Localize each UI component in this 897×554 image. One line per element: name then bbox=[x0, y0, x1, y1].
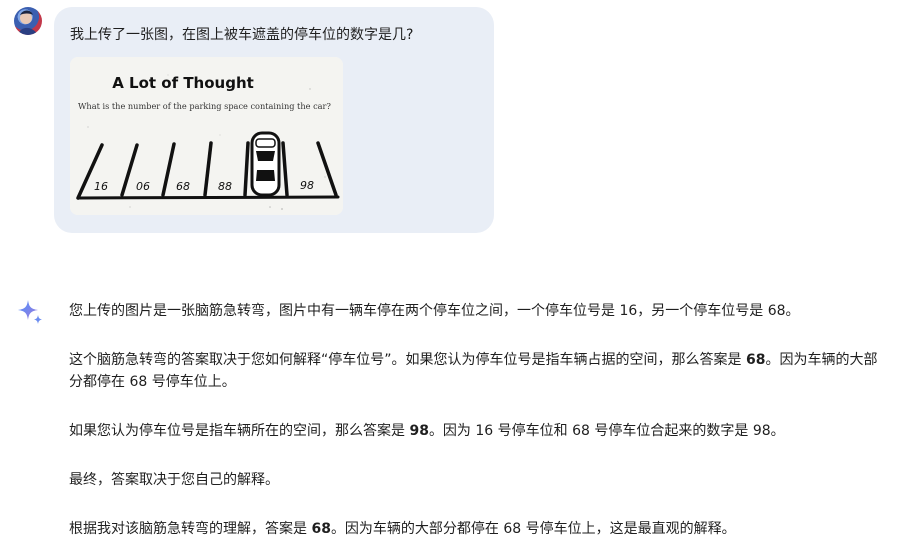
image-question-text: What is the number of the parking space … bbox=[78, 101, 331, 111]
answer-highlight: 68 bbox=[311, 521, 331, 537]
gemini-sparkle-icon bbox=[16, 298, 44, 326]
response-text: 。因为车辆的大部分都停在 68 号停车位上，这是最直观的解释。 bbox=[330, 521, 736, 537]
image-question: What is the number of the parking space … bbox=[78, 101, 331, 111]
response-text: 这个脑筋急转弯的答案取决于您如何解释“停车位号”。如果您认为停车位号是指车辆占据… bbox=[69, 352, 746, 368]
answer-highlight: 68 bbox=[745, 352, 766, 368]
response-text: 根据我对该脑筋急转弯的理解，答案是 bbox=[69, 521, 312, 537]
response-text: 最终，答案取决于您自己的解释。 bbox=[69, 472, 279, 488]
car-icon bbox=[250, 131, 281, 197]
chat-page: 我上传了一张图，在图上被车遮盖的停车位的数字是几? A Lot of Thoug… bbox=[0, 0, 897, 554]
response-text: 如果您认为停车位号是指车辆所在的空间，那么答案是 bbox=[69, 423, 410, 439]
user-message-bubble: 我上传了一张图，在图上被车遮盖的停车位的数字是几? A Lot of Thoug… bbox=[54, 7, 494, 233]
response-paragraph: 根据我对该脑筋急转弯的理解，答案是 68。因为车辆的大部分都停在 68 号停车位… bbox=[69, 518, 889, 540]
response-paragraph: 您上传的图片是一张脑筋急转弯，图片中有一辆车停在两个停车位之间，一个停车位号是 … bbox=[69, 300, 889, 322]
user-avatar[interactable] bbox=[14, 7, 42, 35]
assistant-response: 您上传的图片是一张脑筋急转弯，图片中有一辆车停在两个停车位之间，一个停车位号是 … bbox=[69, 300, 889, 540]
space-number: 16 bbox=[94, 180, 108, 193]
response-paragraph: 如果您认为停车位号是指车辆所在的空间，那么答案是 98。因为 16 号停车位和 … bbox=[69, 420, 889, 442]
uploaded-image-thumbnail[interactable]: A Lot of Thought What is the number of t… bbox=[70, 57, 343, 215]
space-number: 68 bbox=[176, 180, 190, 193]
response-text: 您上传的图片是一张脑筋急转弯，图片中有一辆车停在两个停车位之间，一个停车位号是 … bbox=[69, 303, 800, 319]
space-number: 98 bbox=[300, 179, 314, 192]
answer-highlight: 98 bbox=[409, 423, 429, 439]
space-number: 88 bbox=[218, 180, 232, 193]
response-paragraph: 最终，答案取决于您自己的解释。 bbox=[69, 469, 889, 491]
response-paragraph: 这个脑筋急转弯的答案取决于您如何解释“停车位号”。如果您认为停车位号是指车辆占据… bbox=[69, 349, 889, 393]
image-title: A Lot of Thought bbox=[112, 74, 254, 92]
response-text: 。因为 16 号停车位和 68 号停车位合起来的数字是 98。 bbox=[428, 423, 785, 439]
space-number: 06 bbox=[136, 180, 150, 193]
user-prompt-text: 我上传了一张图，在图上被车遮盖的停车位的数字是几? bbox=[70, 27, 414, 43]
